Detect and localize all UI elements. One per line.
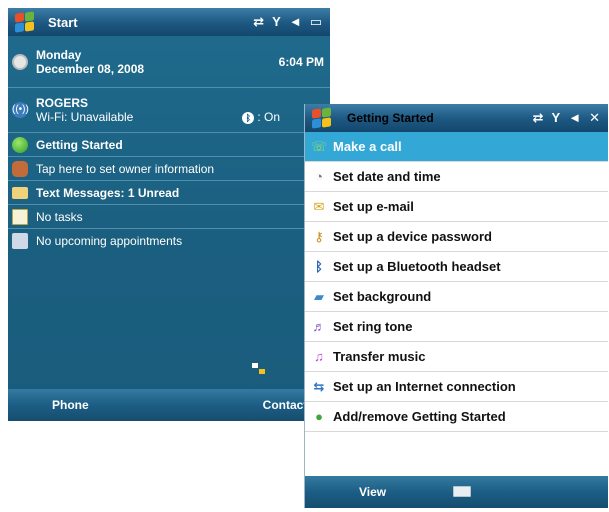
clock-icon: ◔ <box>315 169 323 184</box>
add-remove-icon: ● <box>315 409 323 424</box>
appointments-row[interactable]: No upcoming appointments <box>8 229 330 253</box>
window-title[interactable]: Start <box>48 15 78 30</box>
clock-icon <box>12 53 28 70</box>
carrier-row[interactable]: ((•)) ROGERS Wi-Fi: Unavailable ᛒ: On <box>8 88 330 133</box>
clock-row[interactable]: Monday December 08, 2008 6:04 PM <box>8 36 330 88</box>
start-menu-icon[interactable] <box>12 10 36 34</box>
phone-call-icon: ☏ <box>310 138 328 154</box>
menu-item-email[interactable]: ✉ Set up e-mail <box>305 192 608 222</box>
tasks-row[interactable]: No tasks <box>8 205 330 229</box>
menu-item-internet[interactable]: ⇆ Set up an Internet connection <box>305 372 608 402</box>
battery-icon[interactable]: ▭ <box>310 15 322 29</box>
phone-softkey[interactable]: Phone <box>52 398 89 412</box>
menu-item-bluetooth[interactable]: ᛒ Set up a Bluetooth headset <box>305 252 608 282</box>
connectivity-icon[interactable]: ⇄ <box>253 15 264 29</box>
view-softkey[interactable]: View <box>359 485 386 499</box>
volume-icon[interactable]: ◄ <box>289 15 302 29</box>
getting-started-screen: Getting Started ⇄ Y ◄ ✕ ☏ Make a call ◔ … <box>304 104 608 508</box>
clock-day: Monday <box>36 47 82 62</box>
bluetooth-icon: ᛒ <box>315 259 323 274</box>
menu-item-music[interactable]: ♫ Transfer music <box>305 342 608 372</box>
ringtone-icon: ♬ <box>312 319 326 334</box>
menu-item-ringtone[interactable]: ♬ Set ring tone <box>305 312 608 342</box>
menu-item-background[interactable]: ▰ Set background <box>305 282 608 312</box>
background-icon: ▰ <box>314 288 324 304</box>
getting-started-row[interactable]: Getting Started <box>8 133 330 157</box>
menu-item-password[interactable]: ⚷ Set up a device password <box>305 222 608 252</box>
menu-item-make-call[interactable]: ☏ Make a call <box>305 132 608 162</box>
getting-started-menu: ☏ Make a call ◔ Set date and time ✉ Set … <box>305 132 608 432</box>
softkey-bar: View <box>305 476 608 508</box>
menu-item-date-time[interactable]: ◔ Set date and time <box>305 162 608 192</box>
getting-started-icon <box>12 136 28 153</box>
envelope-icon <box>12 186 28 199</box>
title-bar: Start ⇄ Y ◄ ▭ <box>8 8 330 36</box>
window-title[interactable]: Getting Started <box>347 111 434 125</box>
network-sync-icon[interactable] <box>252 363 266 375</box>
softkey-bar: Phone Contacts <box>8 389 330 421</box>
title-bar: Getting Started ⇄ Y ◄ ✕ <box>305 104 608 132</box>
calendar-icon <box>12 233 28 249</box>
clock-date: December 08, 2008 <box>36 61 145 76</box>
keyboard-icon[interactable] <box>453 486 471 497</box>
tasks-icon <box>12 208 28 225</box>
messages-row[interactable]: Text Messages: 1 Unread <box>8 181 330 205</box>
signal-icon[interactable]: Y <box>552 111 561 125</box>
wireless-icon: ((•)) <box>12 102 29 118</box>
signal-icon[interactable]: Y <box>272 15 281 29</box>
carrier-name: ROGERS <box>36 96 89 110</box>
owner-icon <box>12 160 28 177</box>
key-icon: ⚷ <box>314 228 324 244</box>
bluetooth-icon: ᛒ <box>242 112 255 124</box>
menu-item-add-remove[interactable]: ● Add/remove Getting Started <box>305 402 608 432</box>
bluetooth-status: : On <box>257 110 280 124</box>
email-icon: ✉ <box>313 198 325 214</box>
start-menu-icon[interactable] <box>309 106 333 130</box>
music-note-icon: ♫ <box>314 349 324 364</box>
volume-icon[interactable]: ◄ <box>568 111 581 125</box>
clock-time: 6:04 PM <box>278 54 324 69</box>
connectivity-icon[interactable]: ⇄ <box>533 111 544 125</box>
today-screen: Start ⇄ Y ◄ ▭ Monday December 08, 2008 6… <box>8 8 330 421</box>
wifi-status: Wi-Fi: Unavailable <box>36 110 134 124</box>
network-icon: ⇆ <box>313 378 325 394</box>
close-icon[interactable]: ✕ <box>589 111 600 125</box>
owner-info-row[interactable]: Tap here to set owner information <box>8 157 330 181</box>
